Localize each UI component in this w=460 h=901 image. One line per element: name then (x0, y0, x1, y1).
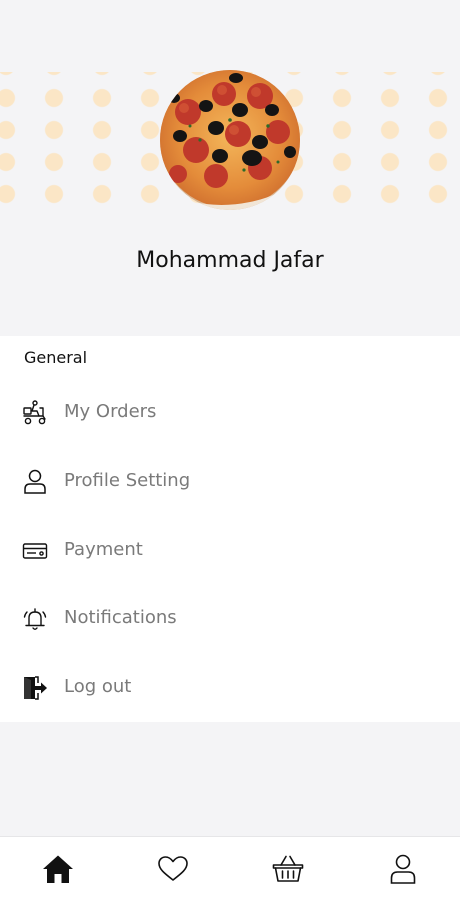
heart-icon (158, 856, 188, 881)
nav-basket[interactable] (230, 837, 345, 901)
delivery-scooter-icon (22, 400, 48, 426)
bottom-nav (0, 836, 460, 901)
section-title-general: General (24, 348, 88, 367)
nav-home[interactable] (0, 837, 115, 901)
nav-favorites[interactable] (115, 837, 230, 901)
settings-menu: General My Orders Profile Setting Paymen… (0, 336, 460, 722)
nav-profile[interactable] (345, 837, 460, 901)
avatar[interactable] (160, 70, 300, 210)
menu-item-label: Profile Setting (64, 470, 191, 491)
user-icon (390, 854, 416, 884)
alarm-bell-icon (22, 606, 48, 632)
menu-item-label: Notifications (64, 607, 177, 628)
menu-item-label: My Orders (64, 401, 157, 422)
home-icon (43, 855, 73, 883)
credit-card-icon (22, 538, 48, 564)
menu-item-my-orders[interactable]: My Orders (0, 383, 460, 443)
menu-item-profile-setting[interactable]: Profile Setting (0, 452, 460, 512)
profile-header: Mohammad Jafar (0, 0, 460, 336)
user-name: Mohammad Jafar (136, 248, 324, 273)
menu-item-log-out[interactable]: Log out (0, 658, 460, 718)
menu-item-label: Payment (64, 539, 143, 560)
user-icon (22, 469, 48, 495)
pizza-photo (160, 70, 300, 210)
menu-item-label: Log out (64, 676, 132, 697)
menu-item-notifications[interactable]: Notifications (0, 589, 460, 649)
basket-icon (272, 855, 304, 882)
menu-item-payment[interactable]: Payment (0, 521, 460, 581)
logout-door-icon (22, 675, 48, 701)
